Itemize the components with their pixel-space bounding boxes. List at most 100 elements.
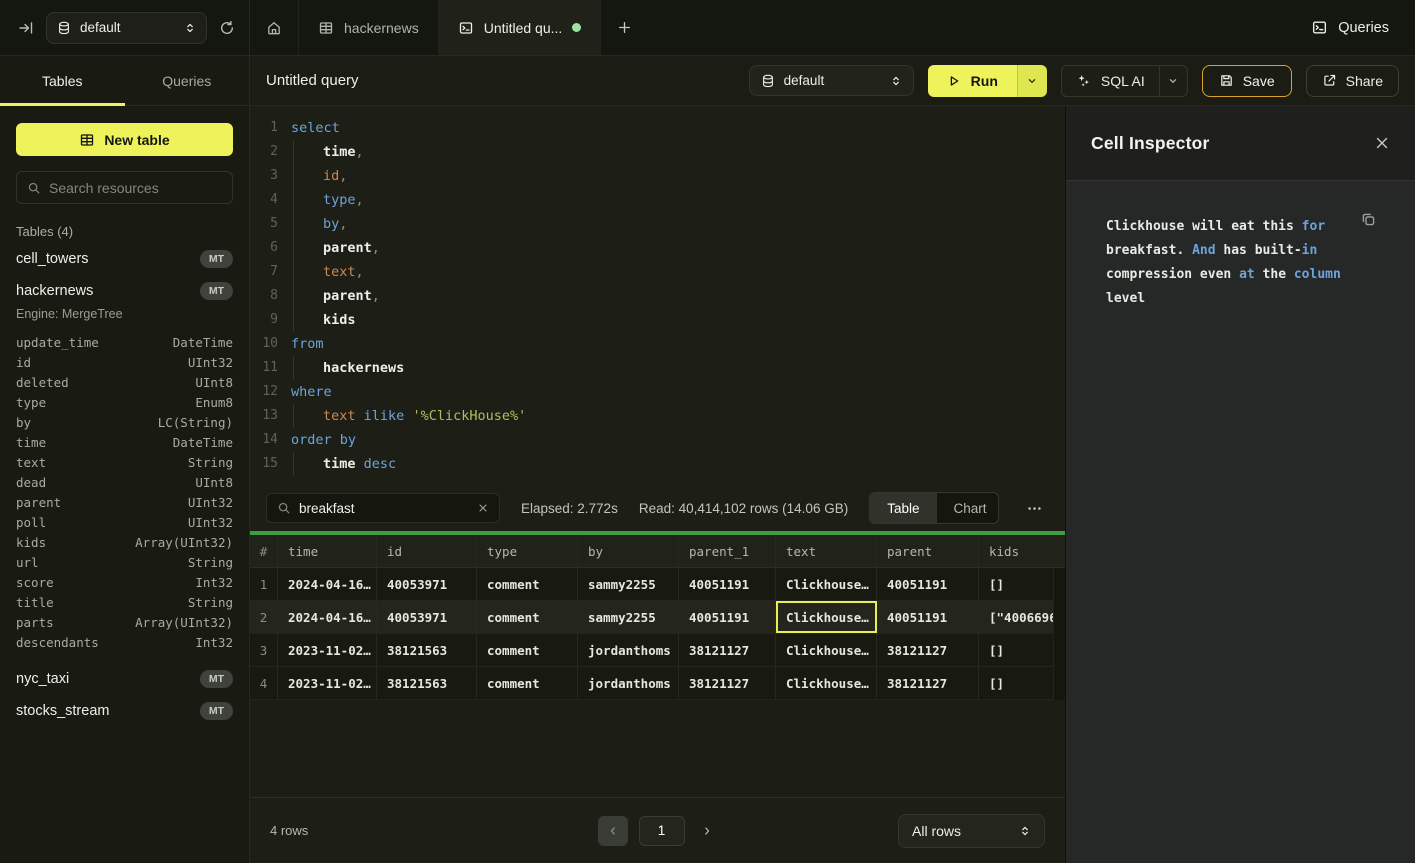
table-cell[interactable]: Clickhouse… [776,634,877,666]
column-row[interactable]: textString [16,453,233,473]
column-row[interactable]: scoreInt32 [16,573,233,593]
column-row[interactable]: timeDateTime [16,433,233,453]
table-cell[interactable]: 2024-04-16… [278,601,377,633]
column-header-parent_1[interactable]: parent_1 [679,535,776,567]
column-header-id[interactable]: id [377,535,477,567]
table-cell[interactable]: jordanthoms [578,634,679,666]
table-row[interactable]: 12024-04-16…40053971commentsammy22554005… [250,568,1065,601]
column-header-parent[interactable]: parent [877,535,979,567]
column-row[interactable]: titleString [16,593,233,613]
resource-search[interactable] [16,171,233,204]
table-cell[interactable]: Clickhouse… [776,568,877,600]
editor-line[interactable]: 13text ilike '%ClickHouse%' [250,404,1065,428]
editor-line[interactable]: 12where [250,380,1065,404]
run-button[interactable]: Run [928,65,1017,97]
sidebar-item-stocks-stream[interactable]: stocks_stream MT [0,693,249,725]
view-toggle-table[interactable]: Table [870,493,936,523]
column-row[interactable]: partsArray(UInt32) [16,613,233,633]
scrollbar-gutter[interactable] [1053,568,1065,700]
column-row[interactable]: update_timeDateTime [16,333,233,353]
queries-button[interactable]: Queries [1311,0,1415,55]
column-row[interactable]: kidsArray(UInt32) [16,533,233,553]
collapse-sidebar-icon[interactable] [18,20,34,36]
table-cell[interactable]: 38121563 [377,667,477,699]
share-button[interactable]: Share [1306,65,1399,97]
column-header-time[interactable]: time [278,535,377,567]
view-toggle-chart[interactable]: Chart [937,493,1000,523]
database-selector[interactable]: default [46,12,207,44]
new-table-button[interactable]: New table [16,123,233,156]
table-cell[interactable]: Clickhouse… [776,667,877,699]
column-row[interactable]: parentUInt32 [16,493,233,513]
new-tab-button[interactable] [601,0,647,55]
sql-ai-options-button[interactable] [1159,66,1187,96]
table-cell[interactable]: 40053971 [377,601,477,633]
table-cell[interactable]: comment [477,568,578,600]
prev-page-button[interactable] [598,816,628,846]
column-row[interactable]: urlString [16,553,233,573]
sql-editor[interactable]: 1select2time,3id,4type,5by,6parent,7text… [250,106,1065,485]
column-header-text[interactable]: text [776,535,877,567]
editor-line[interactable]: 8parent, [250,284,1065,308]
table-row[interactable]: 22024-04-16…40053971commentsammy22554005… [250,601,1065,634]
table-cell[interactable]: sammy2255 [578,568,679,600]
column-header-by[interactable]: by [578,535,679,567]
column-row[interactable]: pollUInt32 [16,513,233,533]
page-number-input[interactable]: 1 [639,816,685,846]
more-options-icon[interactable] [1020,500,1049,517]
tab-home[interactable] [250,0,299,55]
table-cell[interactable]: 40051191 [679,568,776,600]
table-cell[interactable]: 40051191 [877,601,979,633]
column-row[interactable]: typeEnum8 [16,393,233,413]
column-row[interactable]: deletedUInt8 [16,373,233,393]
refresh-icon[interactable] [219,20,235,36]
table-cell[interactable]: jordanthoms [578,667,679,699]
sidebar-tab-queries[interactable]: Queries [125,56,250,105]
results-search[interactable] [266,493,500,523]
table-cell[interactable]: sammy2255 [578,601,679,633]
copy-icon[interactable] [1360,211,1377,228]
next-page-button[interactable] [696,825,718,837]
table-cell[interactable]: 38121563 [377,634,477,666]
editor-line[interactable]: 1select [250,116,1065,140]
column-header-type[interactable]: type [477,535,578,567]
editor-line[interactable]: 7text, [250,260,1065,284]
column-row[interactable]: idUInt32 [16,353,233,373]
tab-untitled-query[interactable]: Untitled qu... [439,0,602,55]
editor-line[interactable]: 4type, [250,188,1065,212]
table-cell[interactable]: 38121127 [679,667,776,699]
sidebar-item-hackernews[interactable]: hackernews MT [0,273,249,305]
editor-line[interactable]: 2time, [250,140,1065,164]
table-cell[interactable]: 2024-04-16… [278,568,377,600]
table-row[interactable]: 42023-11-02…38121563commentjordanthoms38… [250,667,1065,700]
sidebar-tab-tables[interactable]: Tables [0,56,125,105]
editor-line[interactable]: 3id, [250,164,1065,188]
editor-line[interactable]: 10from [250,332,1065,356]
table-cell[interactable]: 38121127 [877,634,979,666]
sidebar-item-cell-towers[interactable]: cell_towers MT [0,241,249,273]
save-button[interactable]: Save [1202,65,1292,97]
table-cell[interactable]: 40051191 [679,601,776,633]
sql-ai-button[interactable]: SQL AI [1062,66,1159,96]
page-size-selector[interactable]: All rows [898,814,1045,848]
table-cell[interactable]: comment [477,634,578,666]
editor-line[interactable]: 11hackernews [250,356,1065,380]
clear-search-icon[interactable] [477,502,489,514]
table-cell[interactable]: Clickhouse… [776,601,877,633]
table-cell[interactable]: comment [477,667,578,699]
editor-line[interactable]: 14order by [250,428,1065,452]
table-cell[interactable]: 2023-11-02… [278,667,377,699]
editor-line[interactable]: 9kids [250,308,1065,332]
column-row[interactable]: descendantsInt32 [16,633,233,653]
resource-search-input[interactable] [49,180,222,196]
editor-line[interactable]: 6parent, [250,236,1065,260]
table-cell[interactable]: comment [477,601,578,633]
sidebar-item-nyc-taxi[interactable]: nyc_taxi MT [0,661,249,693]
table-cell[interactable]: 40053971 [377,568,477,600]
close-icon[interactable] [1374,135,1390,151]
results-search-input[interactable] [299,501,469,516]
table-cell[interactable]: 2023-11-02… [278,634,377,666]
column-header-kids[interactable]: kids [979,535,1065,567]
table-cell[interactable]: 38121127 [877,667,979,699]
editor-line[interactable]: 15time desc [250,452,1065,476]
